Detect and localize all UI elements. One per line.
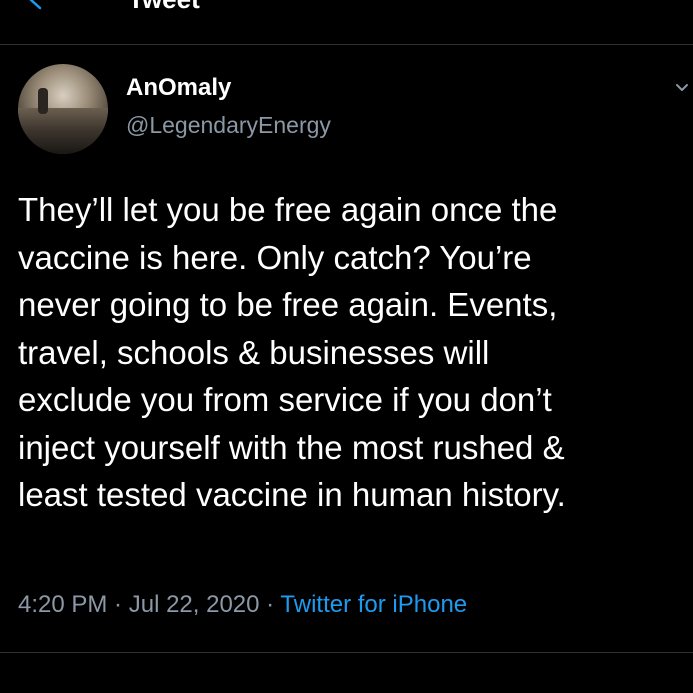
chevron-left-icon[interactable] — [26, 0, 46, 10]
tweet-line: travel, schools & businesses will — [18, 333, 490, 371]
tweet-line: inject yourself with the most rushed & — [18, 428, 565, 466]
tweet-date[interactable]: Jul 22, 2020 — [129, 591, 260, 618]
meta-separator: · — [107, 591, 129, 618]
tweet-line: never going to be free again. Events, — [18, 286, 558, 323]
avatar-figure — [38, 88, 48, 114]
author-handle[interactable]: @LegendaryEnergy — [126, 111, 331, 139]
tweet-meta: 4:20 PM · Jul 22, 2020 · Twitter for iPh… — [18, 590, 467, 620]
tweet-text: They’ll let you be free again once the v… — [18, 186, 693, 519]
tweet-line: They’ll let you be free again once the — [18, 191, 558, 228]
author-display-name[interactable]: AnOmaly — [126, 74, 231, 102]
header-divider — [0, 44, 693, 45]
tweet-line: least tested vaccine in human history. — [18, 476, 566, 513]
chevron-down-icon[interactable] — [674, 80, 690, 96]
tweet-source-link[interactable]: Twitter for iPhone — [280, 591, 467, 618]
tweet-time[interactable]: 4:20 PM — [18, 591, 107, 618]
meta-separator: · — [259, 591, 281, 618]
tweet-line: exclude you from service if you don’t — [18, 381, 552, 418]
header-bar: Tweet — [0, 0, 693, 44]
avatar-crowd — [18, 108, 108, 154]
tweet-line: vaccine is here. Only catch? You’re — [18, 238, 532, 276]
meta-divider — [0, 652, 693, 653]
avatar[interactable] — [18, 64, 108, 154]
page-title: Tweet — [128, 0, 200, 12]
